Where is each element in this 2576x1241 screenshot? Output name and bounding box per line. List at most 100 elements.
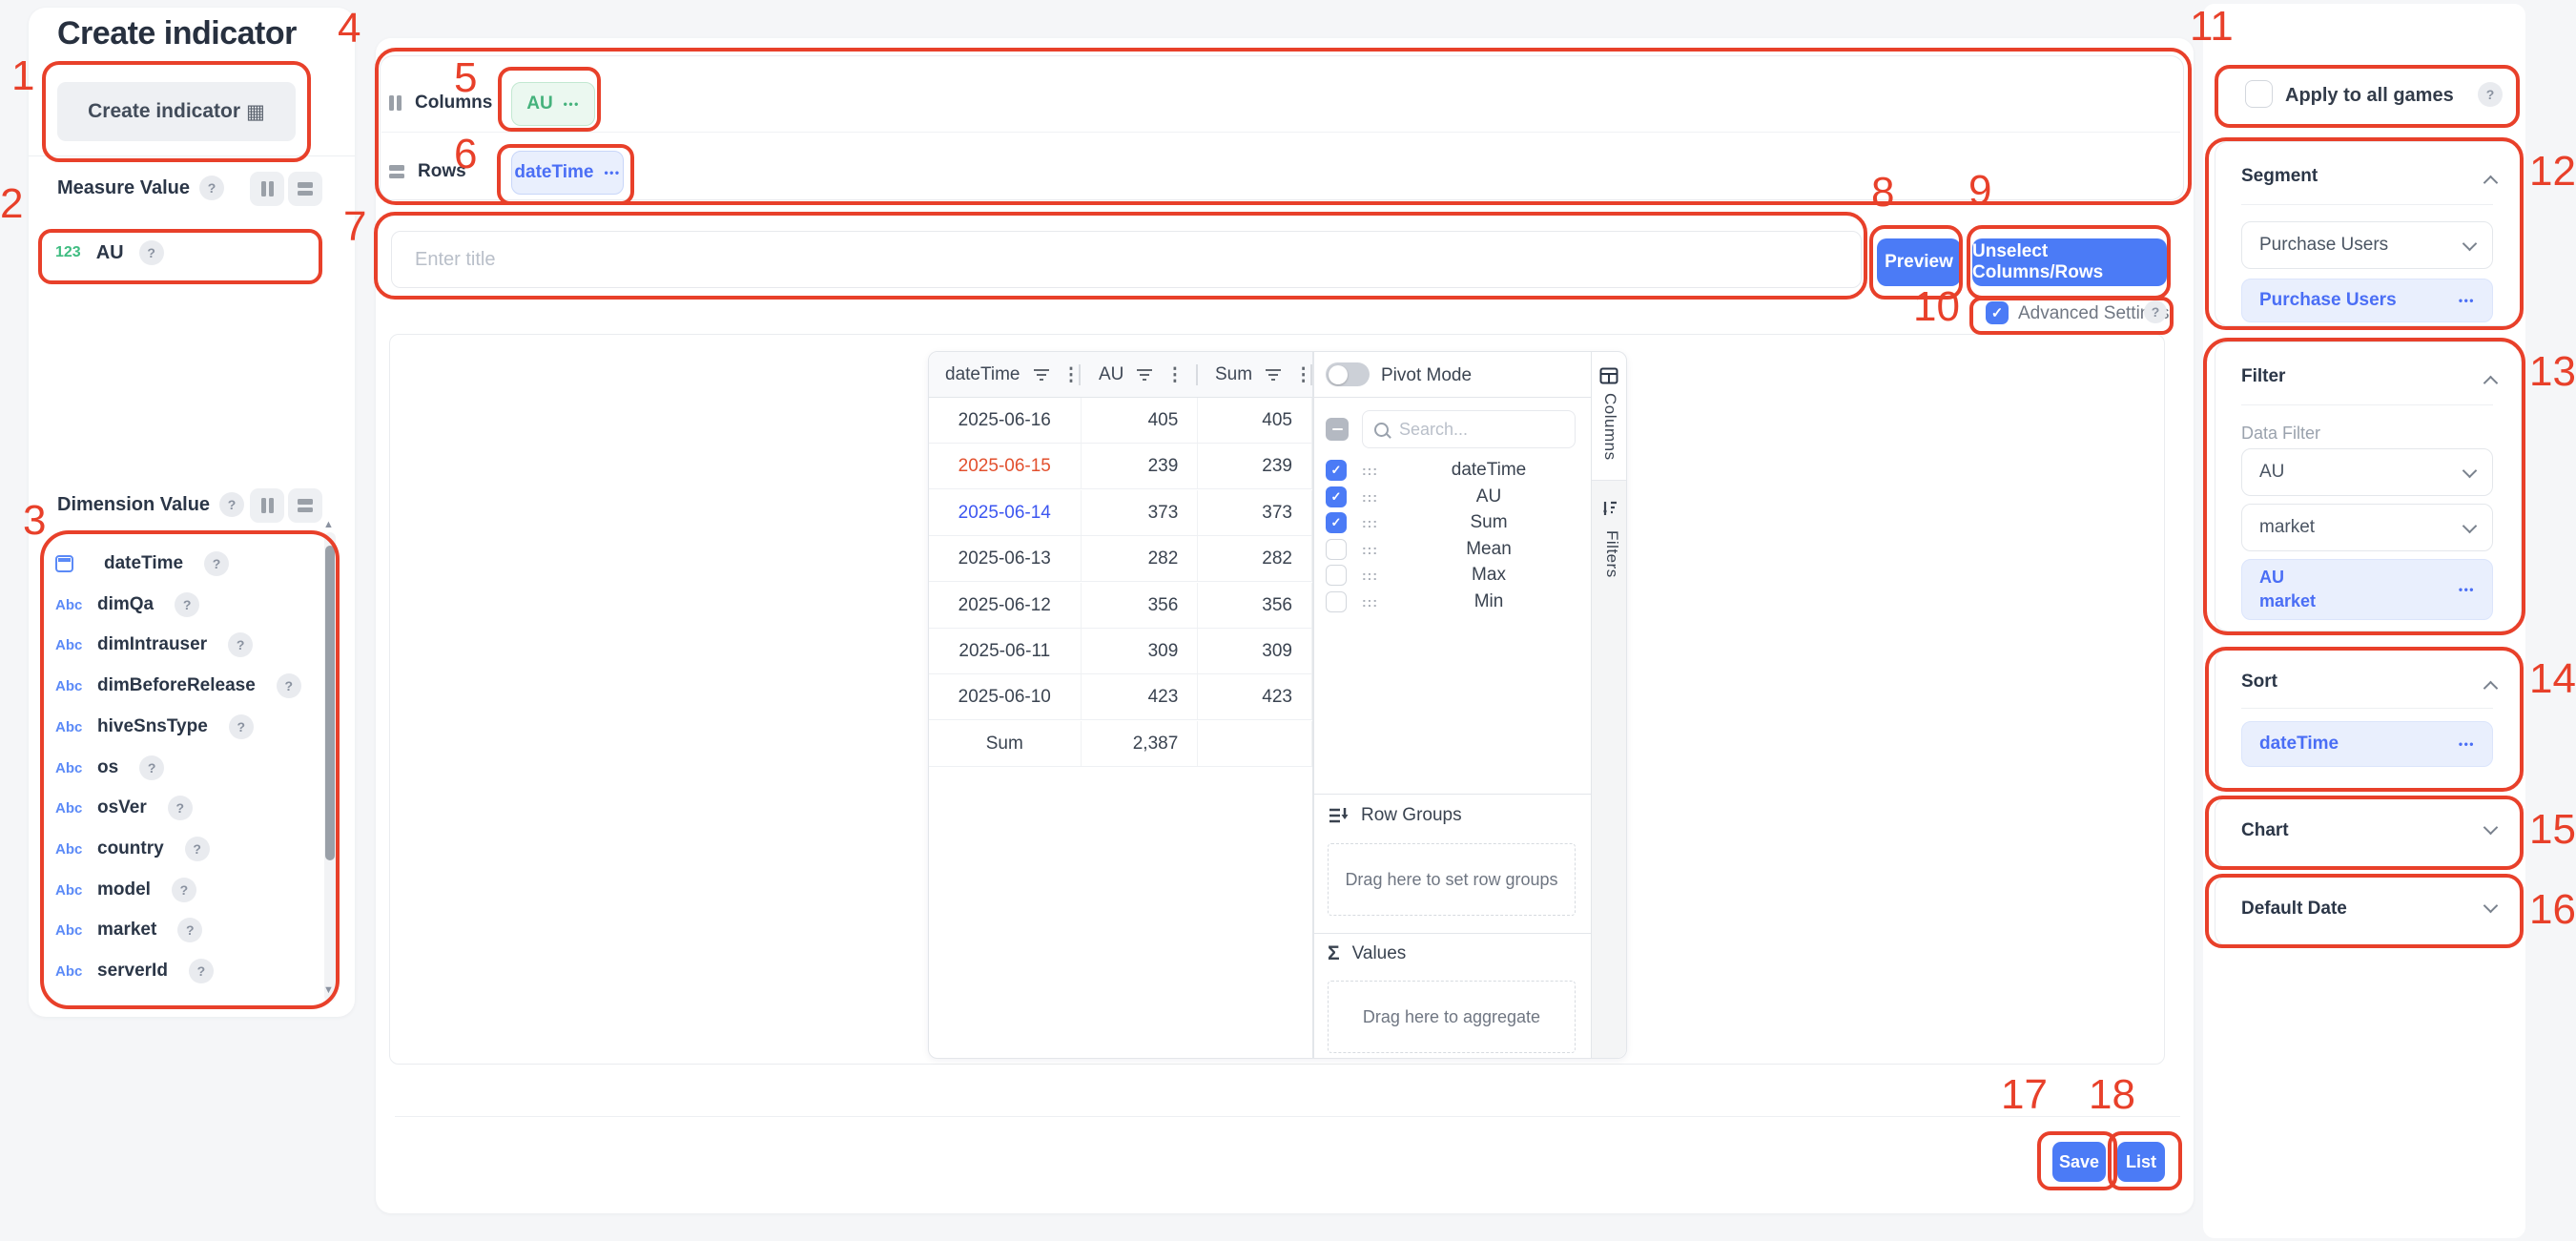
cell-datetime: 2025-06-15	[929, 444, 1082, 488]
rows-bars-icon	[298, 182, 313, 196]
tab-filters-label: Filters	[1602, 530, 1621, 578]
cell-sum: 282	[1198, 536, 1312, 581]
field-checkbox[interactable]: ✓	[1326, 512, 1347, 533]
pivot-field-sum[interactable]: ✓:::Sum	[1326, 510, 1591, 535]
columns-bars-icon	[261, 181, 274, 196]
cell-datetime: 2025-06-14	[929, 490, 1082, 535]
dimension-columns-view-button[interactable]	[250, 488, 284, 523]
annotation-box-9	[1967, 225, 2171, 300]
pivot-field-min[interactable]: :::Min	[1326, 589, 1591, 614]
annotation-number-14: 14	[2529, 658, 2576, 700]
measure-section-header: Measure Value ?	[57, 176, 224, 200]
measure-section-title: Measure Value	[57, 177, 190, 199]
pivot-mode-toggle[interactable]	[1326, 362, 1370, 386]
pivot-field-datetime[interactable]: ✓:::dateTime	[1326, 458, 1591, 483]
cell-datetime: 2025-06-12	[929, 583, 1082, 628]
cell-sum: 309	[1198, 629, 1312, 673]
drag-handle-icon[interactable]: :::	[1362, 569, 1378, 582]
table-sum-row: Sum2,387	[929, 721, 1312, 767]
cell-au: 423	[1082, 674, 1199, 719]
annotation-number-11: 11	[2190, 6, 2234, 48]
scroll-up-icon[interactable]: ▲	[323, 519, 334, 530]
field-checkbox[interactable]: ✓	[1326, 460, 1347, 481]
annotation-box-2	[38, 229, 322, 284]
drag-handle-icon[interactable]: :::	[1362, 543, 1378, 556]
measure-rows-view-button[interactable]	[288, 172, 322, 206]
annotation-box-1	[42, 61, 311, 162]
field-checkbox[interactable]	[1326, 591, 1347, 612]
cell-datetime: 2025-06-10	[929, 674, 1082, 719]
table-row: 2025-06-12356356	[929, 583, 1312, 629]
drag-handle-icon[interactable]: :::	[1362, 464, 1378, 477]
values-title: Values	[1352, 943, 1407, 964]
tab-columns-label: Columns	[1600, 393, 1619, 461]
annotation-box-7	[374, 212, 1867, 300]
field-label: Min	[1391, 591, 1587, 612]
cell-au: 282	[1082, 536, 1199, 581]
tool-divider	[1313, 794, 1591, 795]
drag-handle-icon[interactable]: :::	[1362, 595, 1378, 609]
annotation-number-12: 12	[2529, 151, 2576, 193]
annotation-number-13: 13	[2529, 351, 2576, 393]
table-row: 2025-06-10423423	[929, 674, 1312, 720]
annotation-box-10	[1969, 297, 2174, 335]
field-search-input[interactable]	[1397, 419, 1563, 441]
field-label: Mean	[1391, 539, 1587, 560]
annotation-box-12	[2205, 137, 2524, 330]
sigma-icon: Σ	[1328, 942, 1340, 965]
annotation-box-6	[497, 144, 634, 205]
table-row: 2025-06-14373373	[929, 490, 1312, 536]
drag-handle-icon[interactable]: :::	[1362, 516, 1378, 529]
row-groups-dropzone[interactable]: Drag here to set row groups	[1328, 843, 1576, 916]
field-checkbox[interactable]	[1326, 565, 1347, 586]
values-header: Σ Values	[1328, 942, 1406, 965]
measure-columns-view-button[interactable]	[250, 172, 284, 206]
tab-divider	[1592, 480, 1626, 481]
annotation-number-10: 10	[1913, 286, 1960, 328]
grid-header-datetime[interactable]: dateTime ⋮	[945, 352, 1079, 398]
field-search-wrap	[1362, 410, 1576, 448]
drag-handle-icon[interactable]: :::	[1362, 490, 1378, 504]
field-label: Sum	[1391, 512, 1587, 533]
header-label: Sum	[1215, 364, 1252, 385]
cell-sum: 356	[1198, 583, 1312, 628]
field-checkbox[interactable]: ✓	[1326, 486, 1347, 507]
grid-header-au[interactable]: AU ⋮	[1099, 352, 1198, 398]
footer-divider	[395, 1116, 2180, 1117]
cell-au: 405	[1082, 398, 1199, 443]
annotation-number-17: 17	[2001, 1074, 2048, 1116]
dimension-help-icon[interactable]: ?	[219, 492, 244, 517]
cell-au: 356	[1082, 583, 1199, 628]
rows-bars-icon	[298, 499, 313, 512]
annotation-number-2: 2	[0, 183, 23, 225]
field-checkbox[interactable]	[1326, 539, 1347, 560]
annotation-box-16	[2205, 874, 2524, 948]
dimension-rows-view-button[interactable]	[288, 488, 322, 523]
header-separator	[1196, 364, 1198, 385]
row-groups-header: Row Groups	[1328, 805, 1462, 826]
annotation-box-15	[2205, 796, 2524, 870]
filter-icon[interactable]	[1266, 369, 1281, 382]
pivot-field-au[interactable]: ✓:::AU	[1326, 485, 1591, 509]
measure-help-icon[interactable]: ?	[199, 176, 224, 200]
cell-datetime: 2025-06-11	[929, 629, 1082, 673]
columns-tab-icon	[1599, 366, 1618, 385]
values-dropzone[interactable]: Drag here to aggregate	[1328, 981, 1576, 1053]
filter-icon[interactable]	[1034, 369, 1049, 382]
pivot-field-mean[interactable]: :::Mean	[1326, 537, 1591, 562]
cell-au: 239	[1082, 444, 1199, 488]
annotation-number-9: 9	[1968, 170, 1991, 212]
field-label: Max	[1391, 565, 1587, 586]
header-separator	[1079, 364, 1081, 385]
grid-header-sum[interactable]: Sum ⋮	[1215, 352, 1312, 398]
dimension-section-title: Dimension Value	[57, 494, 210, 516]
cell-sum: 373	[1198, 490, 1312, 535]
select-all-fields-checkbox[interactable]	[1326, 418, 1349, 441]
filter-icon[interactable]	[1137, 369, 1152, 382]
cell-sum	[1198, 721, 1312, 766]
pivot-field-max[interactable]: :::Max	[1326, 563, 1591, 588]
column-menu-icon[interactable]: ⋮	[1062, 366, 1081, 384]
table-row: 2025-06-15239239	[929, 444, 1312, 489]
column-menu-icon[interactable]: ⋮	[1165, 366, 1184, 384]
annotation-number-16: 16	[2529, 889, 2576, 931]
